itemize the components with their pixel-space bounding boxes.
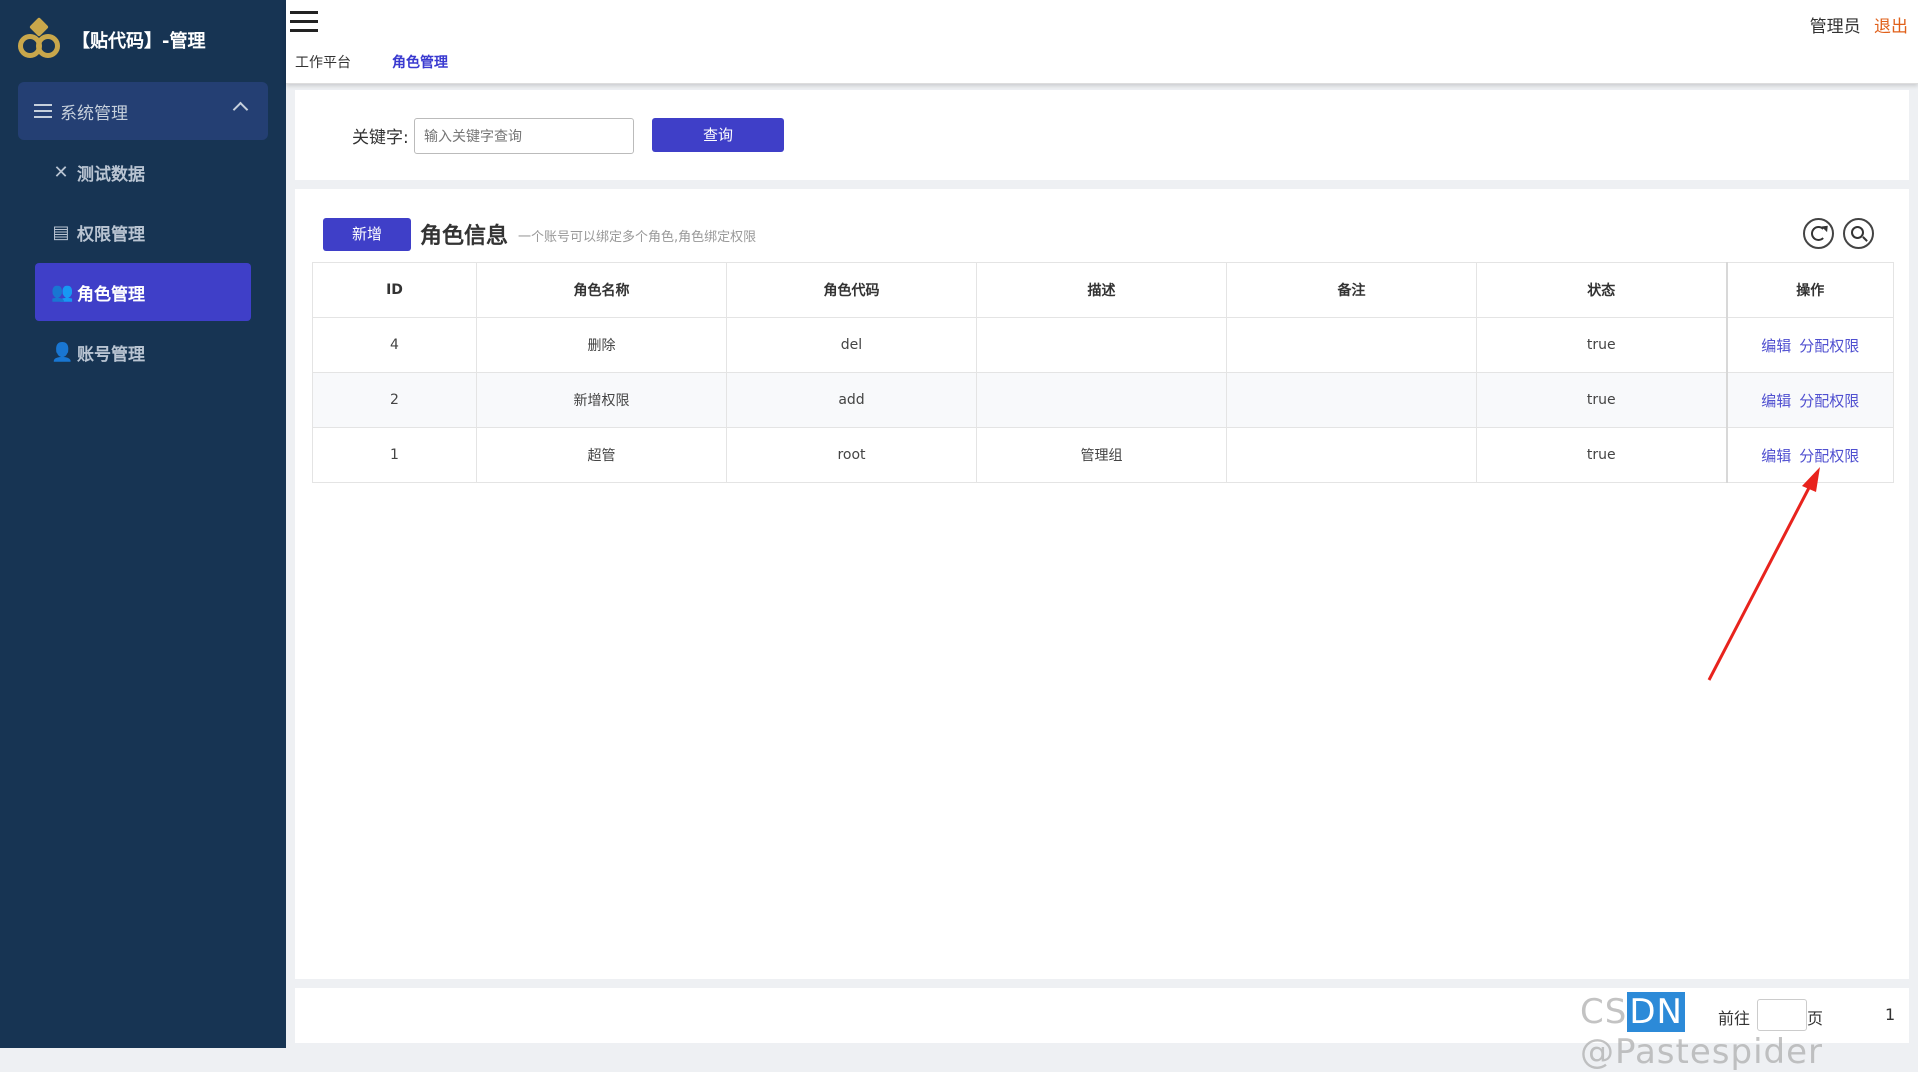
cell-status: true xyxy=(1476,427,1727,483)
cell-name: 删除 xyxy=(476,317,727,373)
search-panel: 关键字: 查询 xyxy=(295,90,1909,180)
role-table: ID 角色名称 角色代码 描述 备注 状态 操作 4 删除 del true 编… xyxy=(312,262,1894,483)
cell-remark xyxy=(1226,427,1477,483)
tab-role-management[interactable]: 角色管理 xyxy=(392,52,448,72)
cell-desc: 管理组 xyxy=(976,427,1227,483)
watermark-prefix: CS xyxy=(1580,992,1628,1032)
tab-workbench[interactable]: 工作平台 xyxy=(295,52,351,72)
id-card-icon: ▤ xyxy=(52,221,70,243)
assign-permission-link[interactable]: 分配权限 xyxy=(1799,337,1859,355)
sidebar-item-label: 权限管理 xyxy=(77,224,145,245)
cell-id: 4 xyxy=(312,317,477,373)
table-row: 2 新增权限 add true 编辑 分配权限 xyxy=(312,372,1894,428)
sidebar-item-permissions[interactable]: ▤ 权限管理 xyxy=(35,203,251,261)
cell-actions: 编辑 分配权限 xyxy=(1725,427,1894,483)
cell-id: 1 xyxy=(312,427,477,483)
close-icon: ✕ xyxy=(53,161,69,183)
column-header[interactable]: 状态 xyxy=(1476,262,1727,318)
search-toggle-button[interactable] xyxy=(1843,218,1874,249)
edit-link[interactable]: 编辑 xyxy=(1761,392,1791,410)
section-subtitle: 一个账号可以绑定多个角色,角色绑定权限 xyxy=(518,230,757,245)
assign-permission-link[interactable]: 分配权限 xyxy=(1799,392,1859,410)
column-header: 操作 xyxy=(1725,262,1894,318)
logout-link[interactable]: 退出 xyxy=(1874,17,1908,37)
username: 管理员 xyxy=(1809,17,1861,37)
edit-link[interactable]: 编辑 xyxy=(1761,447,1791,465)
column-header[interactable]: 描述 xyxy=(976,262,1227,318)
user-icon: 👤 xyxy=(51,341,74,363)
users-icon: 👥 xyxy=(51,281,74,303)
column-header[interactable]: 备注 xyxy=(1226,262,1477,318)
keyword-label: 关键字: xyxy=(352,128,409,148)
brand: 【贴代码】-管理 xyxy=(0,0,286,80)
watermark: CSDN @Pastespider xyxy=(1580,992,1918,1072)
cell-remark xyxy=(1226,317,1477,373)
role-panel: 新增 角色信息 一个账号可以绑定多个角色,角色绑定权限 ID 角色名称 角色代码… xyxy=(295,189,1909,979)
table-row: 4 删除 del true 编辑 分配权限 xyxy=(312,317,1894,373)
top-header: 工作平台 角色管理 管理员 退出 xyxy=(286,0,1918,84)
cell-code: add xyxy=(726,372,977,428)
cell-status: true xyxy=(1476,372,1727,428)
cell-status: true xyxy=(1476,317,1727,373)
sidebar-item-roles[interactable]: 👥 角色管理 xyxy=(35,263,251,321)
cell-name: 新增权限 xyxy=(476,372,727,428)
keyword-input[interactable] xyxy=(414,118,634,154)
chevron-up-icon xyxy=(232,101,249,118)
assign-permission-link[interactable]: 分配权限 xyxy=(1799,447,1859,465)
cell-desc xyxy=(976,317,1227,373)
sidebar-item-accounts[interactable]: 👤 账号管理 xyxy=(35,323,251,381)
menu-group-label: 系统管理 xyxy=(60,103,128,124)
cell-remark xyxy=(1226,372,1477,428)
menu-icon xyxy=(34,100,52,122)
hamburger-icon[interactable] xyxy=(290,11,318,33)
logo-icon xyxy=(18,17,62,60)
add-button[interactable]: 新增 xyxy=(323,218,411,251)
watermark-suffix: @Pastespider xyxy=(1580,1032,1823,1072)
sidebar-item-label: 测试数据 xyxy=(77,164,145,185)
cell-code: del xyxy=(726,317,977,373)
table-row: 1 超管 root 管理组 true 编辑 分配权限 xyxy=(312,427,1894,483)
table-header-row: ID 角色名称 角色代码 描述 备注 状态 操作 xyxy=(312,262,1894,318)
edit-link[interactable]: 编辑 xyxy=(1761,337,1791,355)
section-title: 角色信息 xyxy=(420,224,509,249)
cell-code: root xyxy=(726,427,977,483)
app-title: 【贴代码】-管理 xyxy=(72,31,206,52)
menu-group-system[interactable]: 系统管理 xyxy=(18,82,268,140)
sidebar-item-test-data[interactable]: ✕ 测试数据 xyxy=(35,143,251,201)
watermark-highlight: DN xyxy=(1627,992,1685,1032)
column-header[interactable]: ID xyxy=(312,262,477,318)
query-button[interactable]: 查询 xyxy=(652,118,784,152)
cell-id: 2 xyxy=(312,372,477,428)
column-header[interactable]: 角色代码 xyxy=(726,262,977,318)
sidebar-item-label: 角色管理 xyxy=(77,284,145,305)
cell-name: 超管 xyxy=(476,427,727,483)
cell-desc xyxy=(976,372,1227,428)
sidebar-item-label: 账号管理 xyxy=(77,344,145,365)
cell-actions: 编辑 分配权限 xyxy=(1725,372,1894,428)
cell-actions: 编辑 分配权限 xyxy=(1725,317,1894,373)
user-area: 管理员 退出 xyxy=(1810,12,1908,37)
refresh-button[interactable] xyxy=(1803,218,1834,249)
sidebar: 【贴代码】-管理 系统管理 ✕ 测试数据 ▤ 权限管理 👥 角色管理 👤 账号管… xyxy=(0,0,286,1048)
column-header[interactable]: 角色名称 xyxy=(476,262,727,318)
